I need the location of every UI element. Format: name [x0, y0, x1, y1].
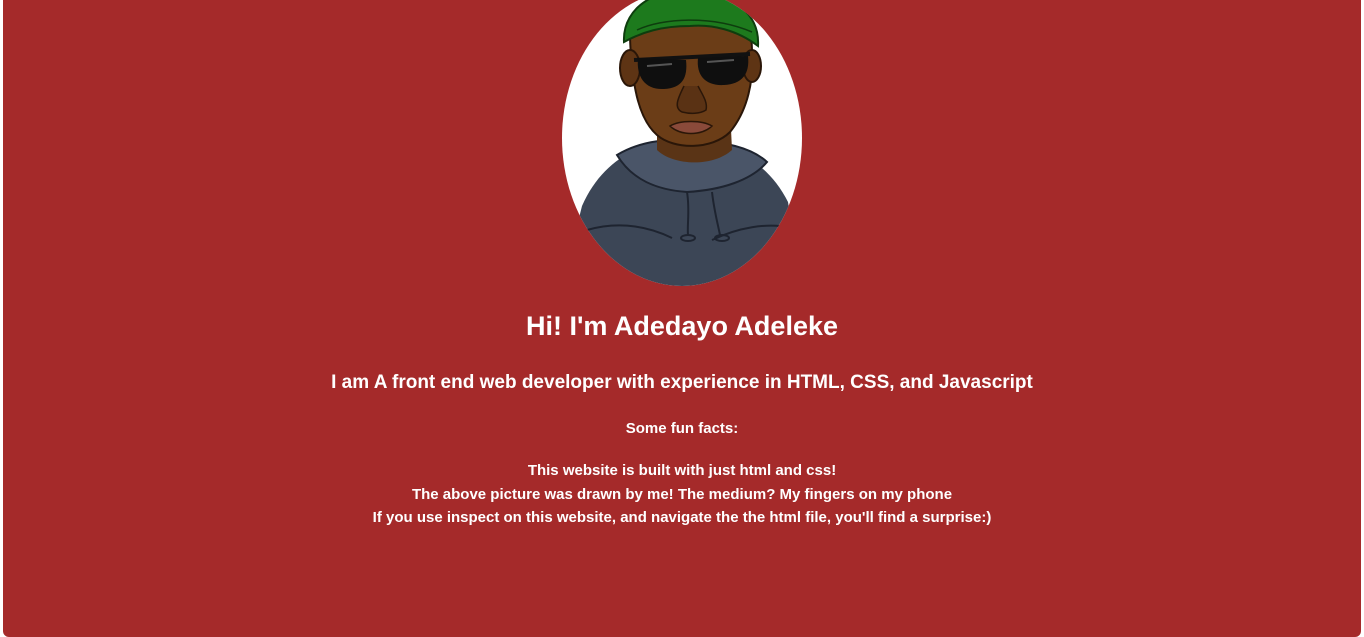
fun-fact-item: If you use inspect on this website, and … — [372, 509, 992, 526]
tagline: I am A front end web developer with expe… — [331, 372, 1033, 393]
portrait-illustration — [562, 0, 802, 286]
page-container: Hi! I'm Adedayo Adeleke I am A front end… — [3, 0, 1361, 637]
fun-facts-heading: Some fun facts: — [625, 420, 739, 437]
fun-fact-item: The above picture was drawn by me! The m… — [411, 485, 953, 503]
avatar — [562, 0, 802, 286]
fun-facts-list: This website is built with just html and… — [3, 459, 1361, 530]
page-title: Hi! I'm Adedayo Adeleke — [525, 311, 838, 341]
fun-fact-item: This website is built with just html and… — [527, 462, 837, 479]
